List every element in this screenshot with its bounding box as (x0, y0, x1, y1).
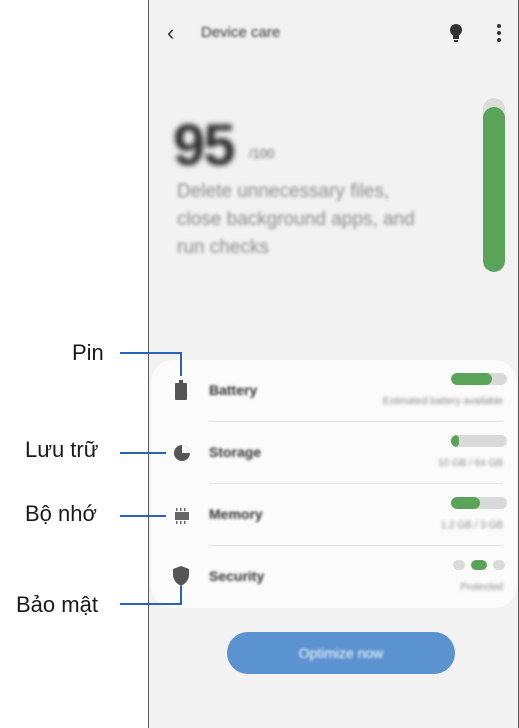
memory-bar (451, 497, 507, 509)
battery-label: Battery (209, 382, 258, 398)
more-vertical-icon[interactable] (494, 22, 504, 44)
security-indicator (453, 560, 513, 570)
callout-line (180, 586, 182, 605)
storage-bar-fill (451, 435, 459, 447)
phone-screen: ‹ Device care 95 /100 Delete unnecessary… (148, 0, 519, 728)
callout-line (180, 352, 182, 376)
care-description: Delete unnecessary files, close backgrou… (177, 181, 415, 258)
battery-icon (175, 380, 187, 400)
battery-row[interactable]: Battery Estimated battery available (151, 360, 517, 422)
callout-battery: Pin (72, 340, 104, 365)
storage-status: 10 GB / 64 GB (437, 458, 503, 469)
battery-bar (451, 373, 507, 385)
score-gauge-fill (483, 106, 505, 272)
memory-status: 1.2 GB / 3 GB (440, 520, 503, 531)
shield-icon (173, 566, 189, 586)
storage-bar (451, 435, 507, 447)
memory-row[interactable]: Memory 1.2 GB / 3 GB (151, 484, 517, 546)
callout-security: Bảo mật (16, 592, 98, 617)
lightbulb-icon[interactable] (446, 22, 466, 44)
chevron-left-icon[interactable]: ‹ (167, 20, 174, 46)
memory-bar-fill (451, 497, 481, 509)
battery-status: Estimated battery available (382, 396, 503, 407)
score-gauge (483, 98, 505, 272)
callout-memory: Bộ nhớ (25, 501, 97, 526)
callout-storage: Lưu trữ (25, 437, 99, 462)
security-status: Protected (460, 582, 503, 593)
storage-label: Storage (209, 444, 262, 460)
page-title: Device care (201, 24, 281, 41)
care-score-unit: /100 (249, 146, 275, 161)
care-score: 95 (173, 113, 235, 178)
storage-pie-icon (174, 445, 190, 461)
security-label: Security (209, 568, 265, 584)
storage-row[interactable]: Storage 10 GB / 64 GB (151, 422, 517, 484)
optimize-now-button[interactable]: Optimize now (227, 632, 455, 674)
app-bar: ‹ Device care (149, 14, 518, 50)
optimize-now-label: Optimize now (298, 645, 384, 661)
memory-chip-icon (175, 508, 189, 524)
memory-label: Memory (209, 506, 263, 522)
device-care-card: Battery Estimated battery available Stor… (151, 360, 517, 608)
security-row[interactable]: Security Protected (151, 546, 517, 608)
callout-line (120, 603, 182, 605)
callout-line (120, 515, 166, 517)
callout-line (120, 352, 182, 354)
battery-bar-fill (451, 373, 493, 385)
callout-line (120, 452, 166, 454)
